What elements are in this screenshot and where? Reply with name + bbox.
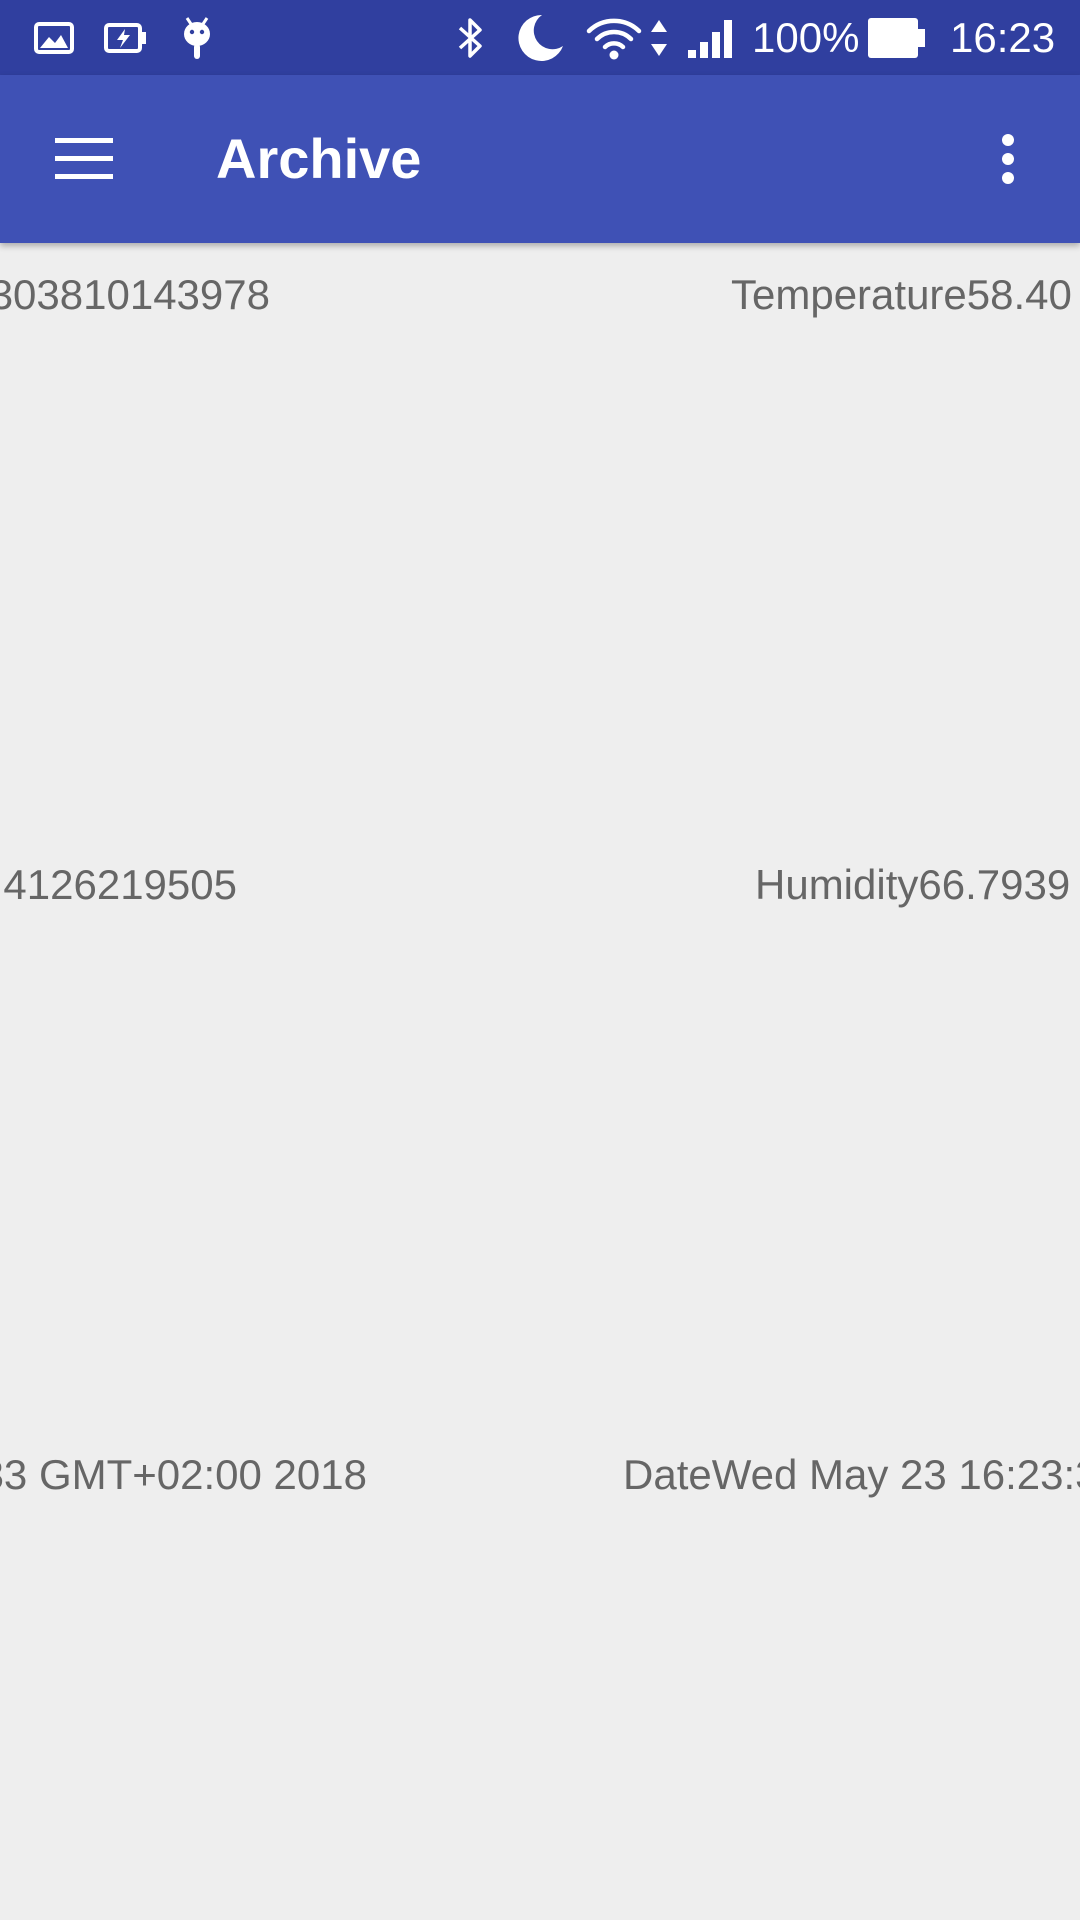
hamburger-menu-icon — [55, 138, 113, 179]
item-left-text: 33 GMT+02:00 2018 — [0, 1451, 367, 1498]
list-item[interactable]: 303810143978 Temperature58.40 — [0, 243, 1080, 833]
status-bar: 100% 16:23 — [0, 0, 1080, 75]
screen: 100% 16:23 Archive 303810143978 Temperat… — [0, 0, 1080, 1920]
list-item[interactable]: 33 GMT+02:00 2018 DateWed May 23 16:23:3 — [0, 1423, 1080, 1920]
more-vert-icon — [1002, 134, 1014, 184]
list-item[interactable]: 4126219505 Humidity66.7939 — [0, 833, 1080, 1423]
gallery-icon — [34, 0, 74, 75]
item-right-text: DateWed May 23 16:23:3 — [623, 1451, 1080, 1498]
wifi-icon — [586, 0, 642, 75]
cell-signal-icon — [686, 0, 738, 75]
item-left-text: 303810143978 — [0, 271, 270, 318]
app-bar: Archive — [0, 75, 1080, 243]
battery-icon — [868, 0, 926, 75]
battery-saver-icon — [104, 0, 148, 75]
bluetooth-icon — [456, 0, 486, 75]
android-debug-icon — [180, 0, 214, 75]
item-right-text: Humidity66.7939 — [755, 861, 1071, 908]
overflow-menu-button[interactable] — [968, 119, 1048, 199]
clock: 16:23 — [950, 14, 1056, 61]
navigation-menu-button[interactable] — [40, 119, 128, 199]
page-title: Archive — [216, 127, 422, 190]
battery-percent: 100% — [752, 14, 860, 61]
item-right-text: Temperature58.40 — [731, 271, 1072, 318]
item-left-text: 4126219505 — [3, 861, 237, 908]
data-arrows-icon — [648, 0, 670, 75]
do-not-disturb-moon-icon — [512, 0, 566, 75]
archive-list[interactable]: 303810143978 Temperature58.40 4126219505… — [0, 243, 1080, 1920]
